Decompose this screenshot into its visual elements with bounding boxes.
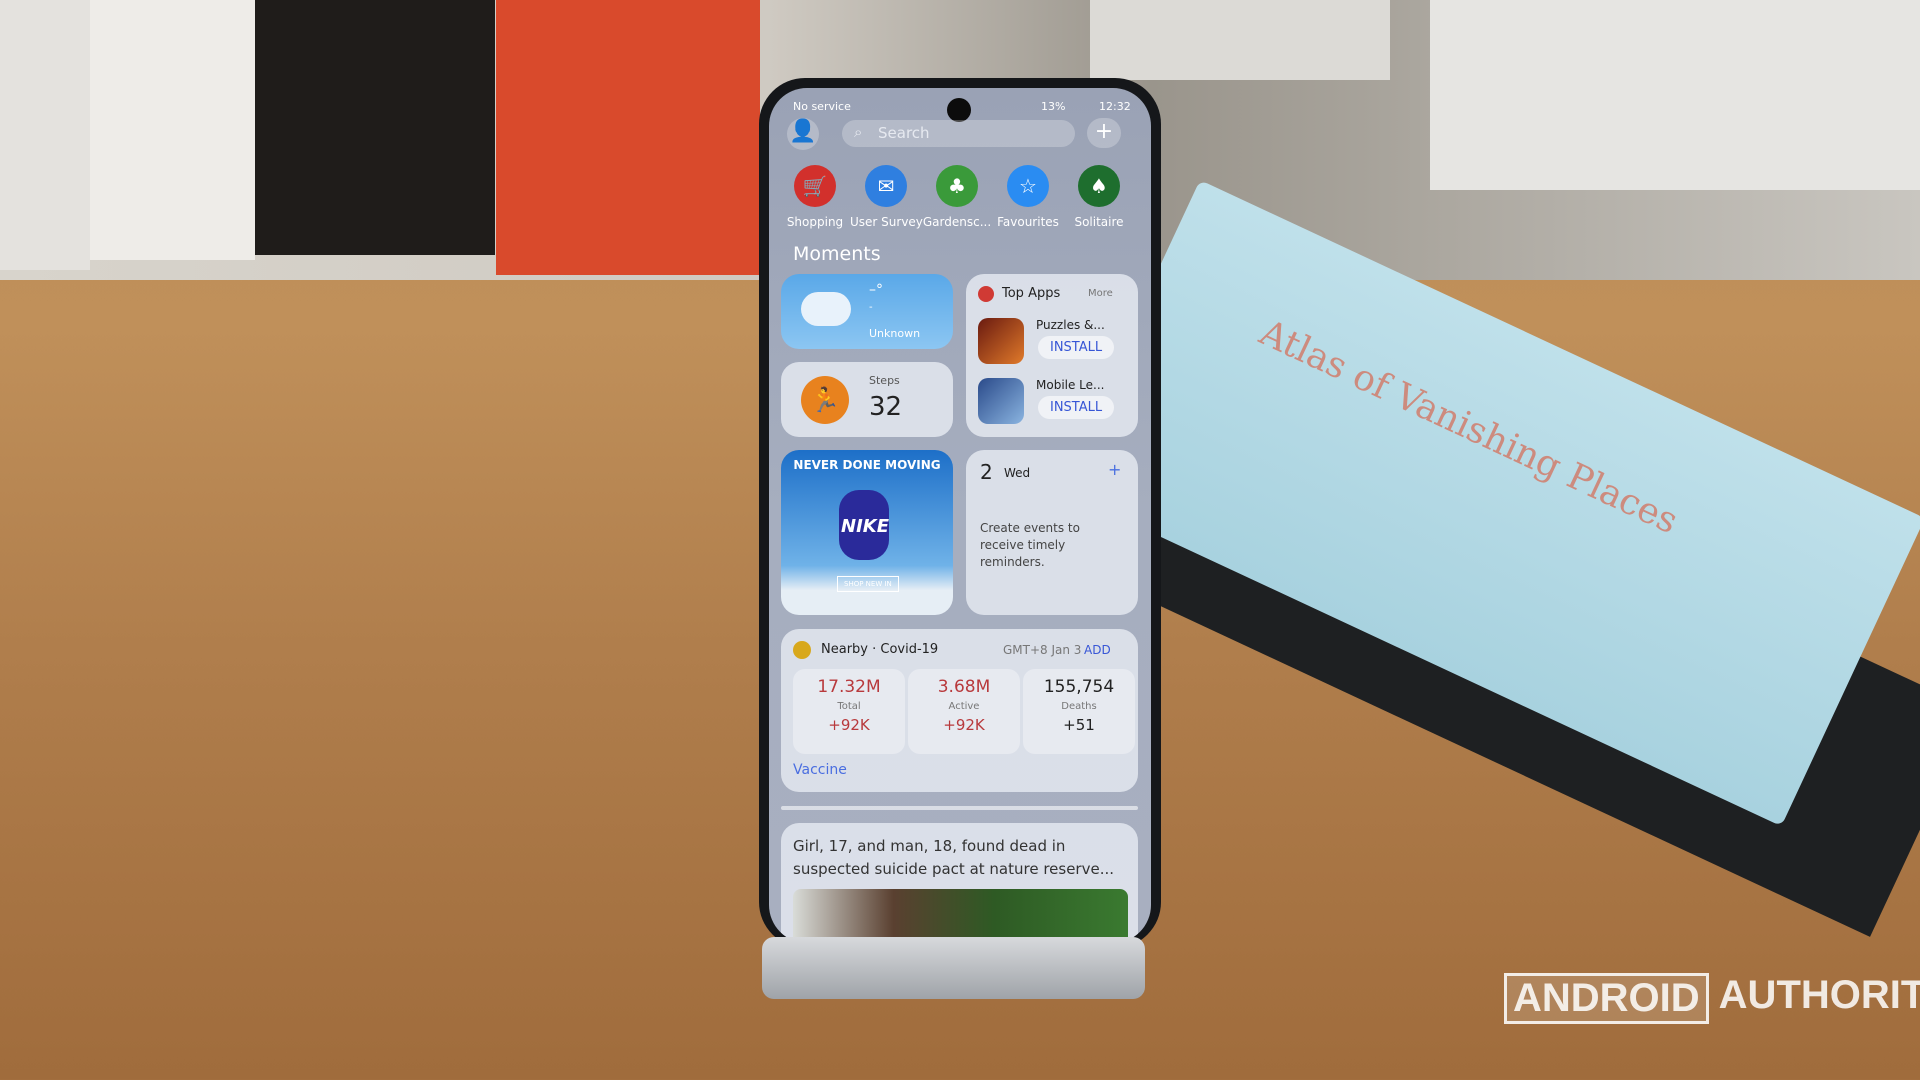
box <box>1090 0 1390 80</box>
cloud-icon <box>801 292 851 326</box>
weather-card[interactable]: –° - Unknown <box>781 274 953 349</box>
more-link[interactable]: More <box>1088 288 1113 299</box>
mobile-legends-app-icon <box>978 378 1024 424</box>
calendar-day: 2 <box>980 460 993 484</box>
red-box <box>496 0 760 275</box>
cards-icon: ♠ <box>1078 165 1120 207</box>
stat-label: Active <box>948 701 980 712</box>
stat-label: Total <box>837 701 861 712</box>
book <box>255 0 495 255</box>
add-event-icon[interactable]: + <box>1108 460 1121 479</box>
top-apps-card: Top Apps More Puzzles &... INSTALL Mobil… <box>966 274 1138 437</box>
news-image <box>793 889 1128 943</box>
search-icon: ⌕ <box>854 123 863 141</box>
steps-label: Steps <box>869 374 900 387</box>
app-name: Mobile Le... <box>1036 378 1105 392</box>
weather-sub: - <box>869 302 873 313</box>
game-icon: ♣ <box>936 165 978 207</box>
stat-delta: +92K <box>943 716 985 734</box>
app-shortcut[interactable]: ☆ Favourites <box>992 165 1064 229</box>
moments-title: Moments <box>793 243 881 265</box>
nike-ad-card[interactable]: NEVER DONE MOVING NIKE SHOP NEW IN <box>781 450 953 615</box>
watermark-text: AUTHORITY <box>1718 973 1920 1017</box>
steps-value: 32 <box>869 392 903 422</box>
covid-stat: 3.68M Active +92K <box>908 669 1020 754</box>
avatar-icon[interactable]: 👤 <box>787 118 819 150</box>
brand-logo: NIKE <box>841 516 890 537</box>
app-shortcut[interactable]: ♠ Solitaire <box>1063 165 1135 229</box>
covid-stat: 155,754 Deaths +51 <box>1023 669 1135 754</box>
calendar-card[interactable]: 2 Wed + Create events to receive timely … <box>966 450 1138 615</box>
camera-hole <box>947 98 971 122</box>
covid-title: Nearby · Covid-19 <box>821 642 939 657</box>
clock: 12:32 <box>1099 100 1131 113</box>
search-input[interactable]: ⌕ Search <box>842 120 1075 147</box>
stat-value: 17.32M <box>817 677 881 697</box>
add-button[interactable]: + <box>1087 118 1121 148</box>
app-label: Shopping <box>786 215 844 229</box>
stat-value: 3.68M <box>937 677 991 697</box>
survey-icon: ✉ <box>865 165 907 207</box>
top-apps-title: Top Apps <box>1002 286 1061 301</box>
top-apps-icon <box>978 286 994 302</box>
calendar-weekday: Wed <box>1004 466 1031 480</box>
stat-delta: +51 <box>1063 716 1095 734</box>
search-placeholder: Search <box>878 124 930 142</box>
ad-headline: NEVER DONE MOVING <box>793 458 941 472</box>
steps-card[interactable]: 🏃 Steps 32 <box>781 362 953 437</box>
star-icon: ☆ <box>1007 165 1049 207</box>
watermark: ANDROID AUTHORITY <box>1504 973 1920 1024</box>
app-label: User Survey <box>850 215 923 229</box>
app-name: Puzzles &... <box>1036 318 1105 332</box>
book <box>0 0 90 270</box>
carrier-status: No service <box>793 100 851 113</box>
covid-stat: 17.32M Total +92K <box>793 669 905 754</box>
app-label: Favourites <box>997 215 1059 229</box>
app-shortcut[interactable]: 🛒 Shopping <box>779 165 851 229</box>
location-icon <box>793 641 811 659</box>
stat-delta: +92K <box>828 716 870 734</box>
box <box>1430 0 1920 190</box>
app-shortcut[interactable]: ♣ Gardensc... <box>921 165 993 229</box>
app-shortcut[interactable]: ✉ User Survey <box>850 165 923 229</box>
divider <box>781 806 1138 810</box>
shop-button[interactable]: SHOP NEW IN <box>837 576 899 592</box>
install-button[interactable]: INSTALL <box>1038 336 1115 359</box>
covid-time: GMT+8 Jan 3 <box>1003 643 1082 657</box>
news-card[interactable]: Girl, 17, and man, 18, found dead in sus… <box>781 823 1138 943</box>
stat-value: 155,754 <box>1043 677 1115 697</box>
phone-screen: No service 13% 12:32 👤 ⌕ Search + 🛒 Shopp… <box>769 88 1151 943</box>
book-title: Atlas of Vanishing Places <box>1253 312 1685 543</box>
cart-icon: 🛒 <box>794 165 836 207</box>
watermark-text: ANDROID <box>1504 973 1709 1024</box>
puzzles-app-icon <box>978 318 1024 364</box>
add-button[interactable]: ADD <box>1084 643 1111 657</box>
news-headline: Girl, 17, and man, 18, found dead in sus… <box>793 837 1115 878</box>
vaccine-link[interactable]: Vaccine <box>793 762 847 778</box>
weather-location: Unknown <box>869 327 921 340</box>
book <box>90 0 255 260</box>
install-button[interactable]: INSTALL <box>1038 396 1115 419</box>
phone-stand <box>762 937 1145 999</box>
running-icon: 🏃 <box>801 376 849 424</box>
app-label: Solitaire <box>1074 215 1124 229</box>
app-label: Gardensc... <box>922 215 992 229</box>
battery-level: 13% <box>1041 100 1066 113</box>
covid-card[interactable]: Nearby · Covid-19 GMT+8 Jan 3 ADD 17.32M… <box>781 629 1138 792</box>
calendar-message: Create events to receive timely reminder… <box>980 521 1080 569</box>
weather-temp: –° <box>869 282 883 298</box>
stat-label: Deaths <box>1061 701 1097 712</box>
